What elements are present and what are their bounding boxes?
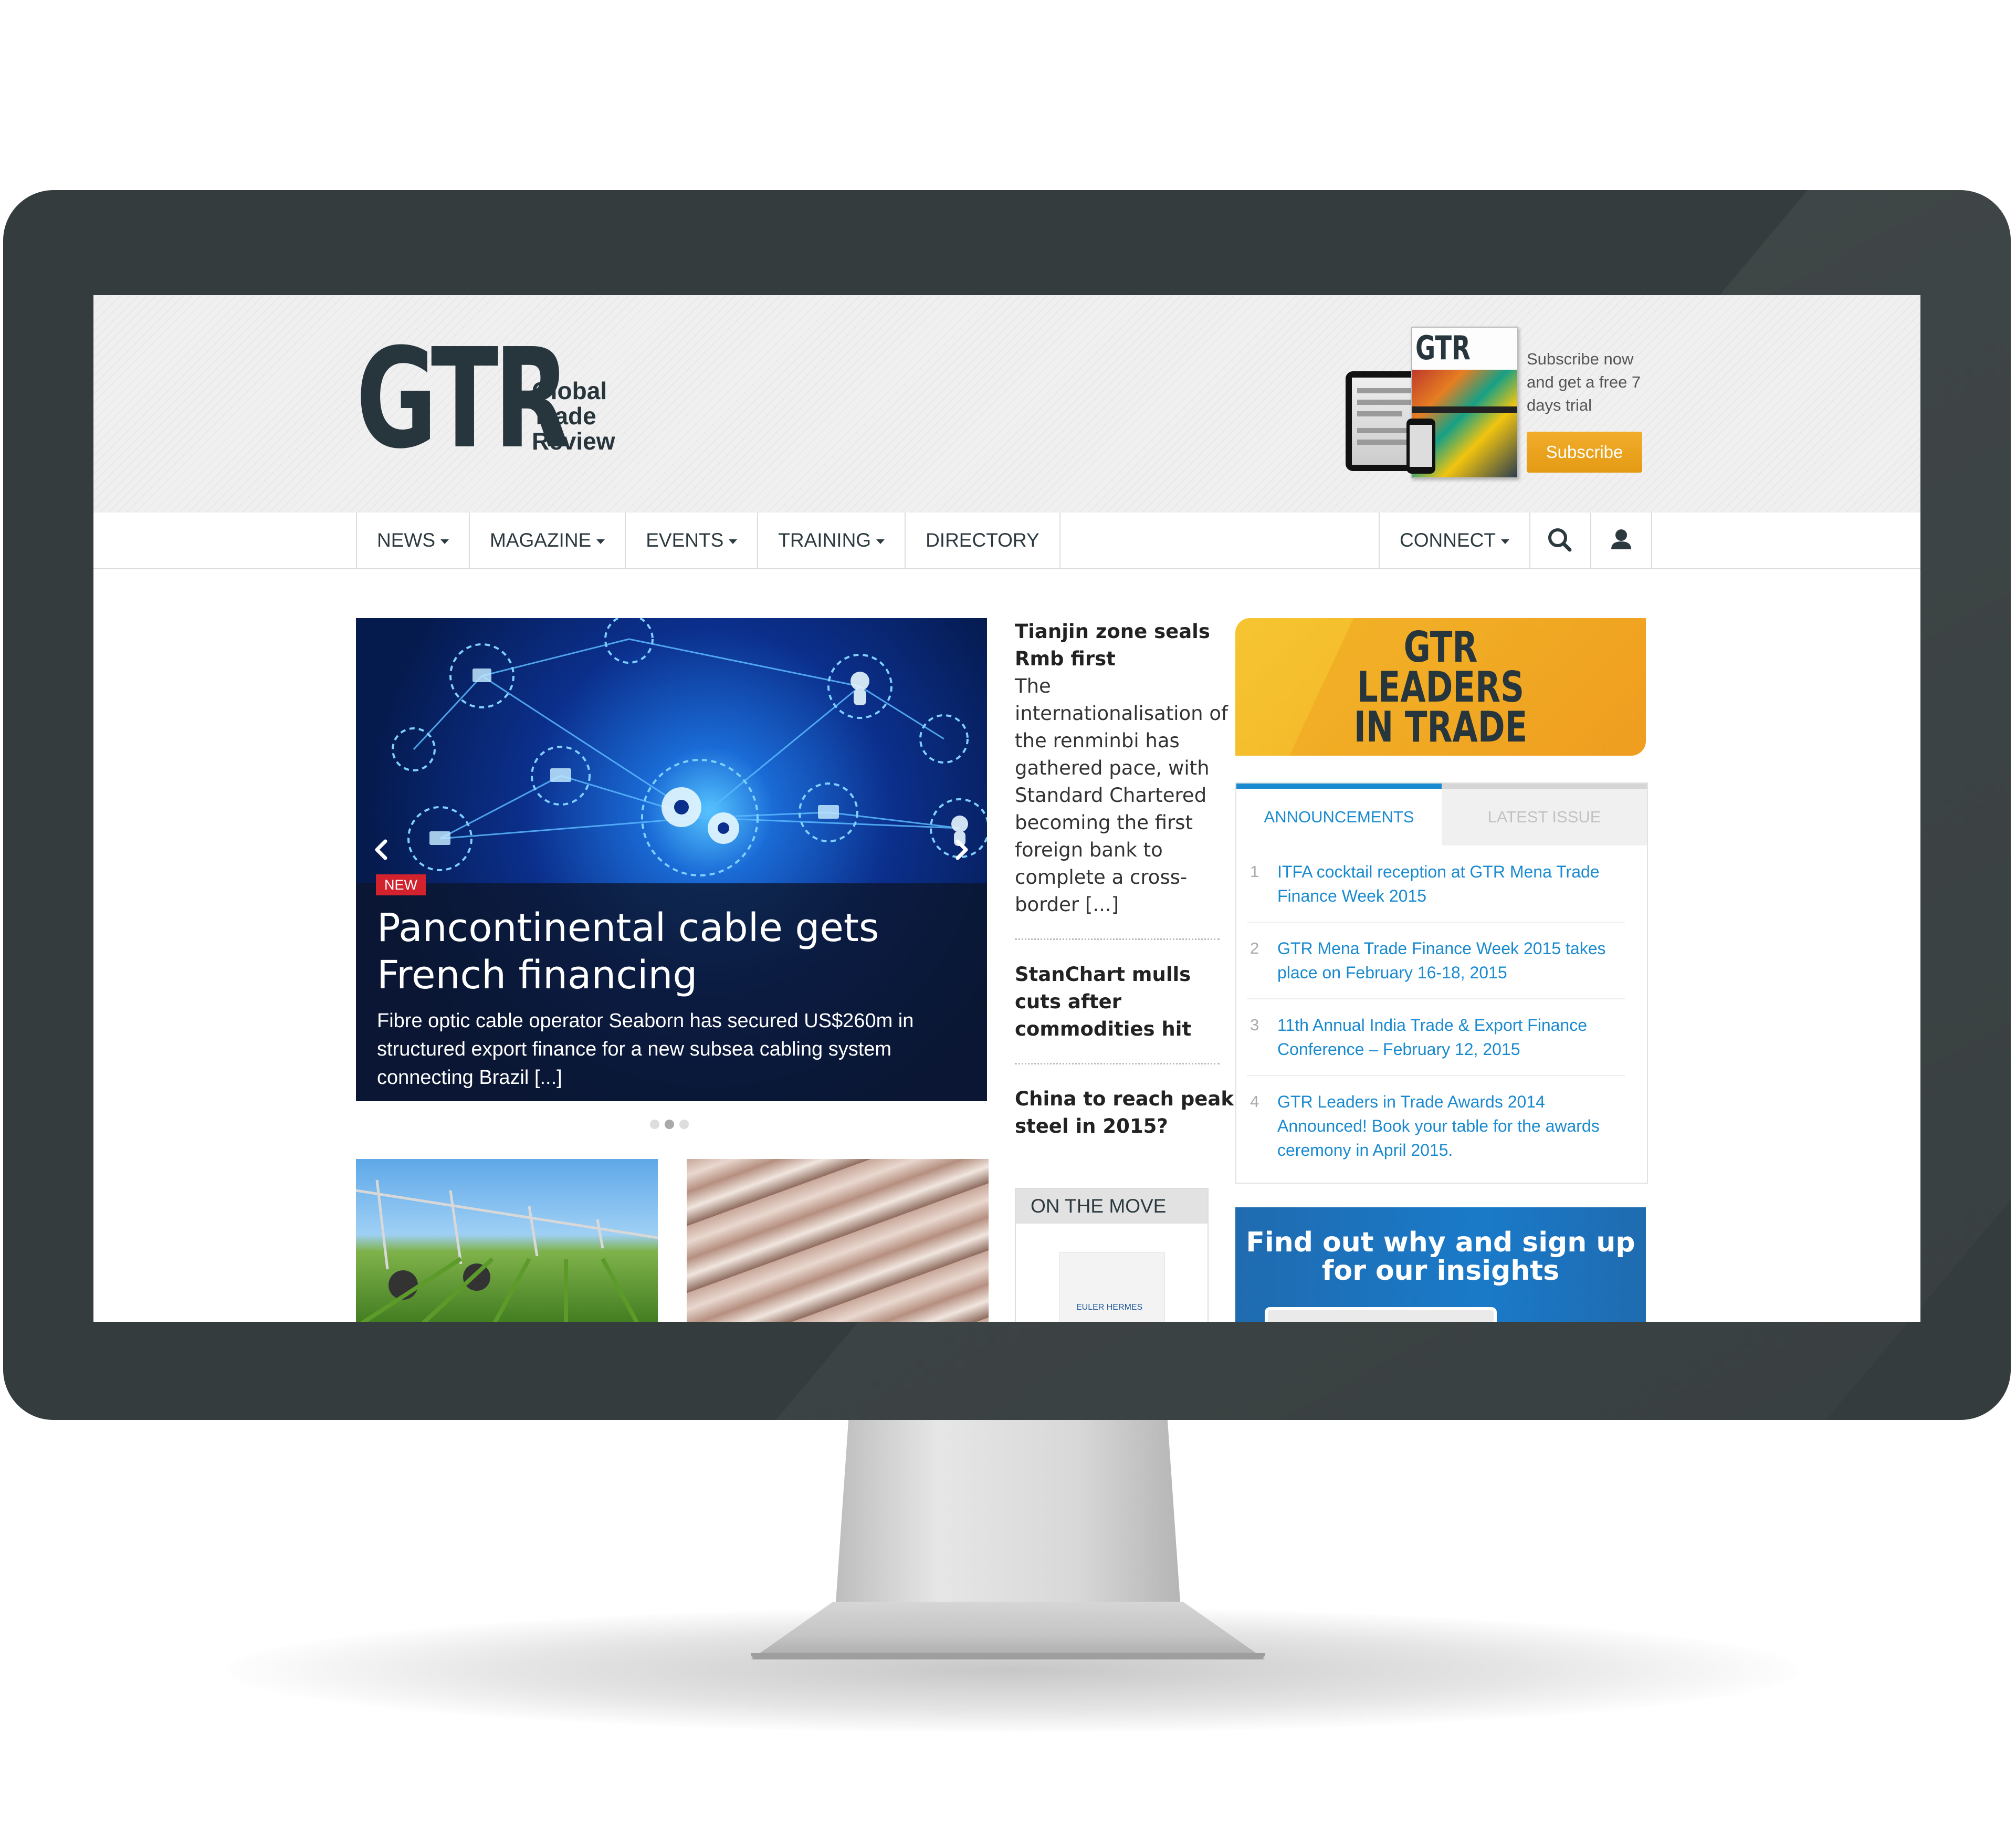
- caret-down-icon: [729, 539, 738, 544]
- widget-tabs: ANNOUNCEMENTS LATEST ISSUE: [1236, 784, 1647, 845]
- story-excerpt: The internationalisation of the renminbi…: [1015, 675, 1228, 916]
- leaders-banner-text: GTR LEADERS IN TRADE: [1353, 623, 1528, 751]
- nav-item-magazine[interactable]: MAGAZINE: [470, 513, 626, 568]
- nav-item-directory[interactable]: DIRECTORY: [906, 513, 1060, 568]
- account-button[interactable]: [1591, 513, 1652, 568]
- caret-down-icon: [440, 539, 449, 544]
- company-logo[interactable]: EULER HERMES: [1059, 1252, 1165, 1322]
- featured-summary: Fibre optic cable operator Seaborn has s…: [377, 1010, 914, 1089]
- story-item[interactable]: China to reach peak steel in 2015?: [1015, 1085, 1235, 1140]
- subscribe-promo: GTR Subscribe now and get a free 7 days …: [1346, 327, 1750, 484]
- announcements-list: 1 ITFA cocktail reception at GTR Mena Tra…: [1247, 860, 1625, 1189]
- story-title[interactable]: StanChart mulls cuts after commodities h…: [1015, 961, 1235, 1043]
- irrigation-field-thumbnail[interactable]: [356, 1159, 658, 1322]
- tab-latest-issue[interactable]: LATEST ISSUE: [1442, 784, 1647, 845]
- caret-down-icon: [876, 539, 885, 544]
- divider: [1015, 938, 1220, 940]
- featured-title[interactable]: Pancontinental cable gets French financi…: [377, 904, 965, 999]
- story-title[interactable]: China to reach peak steel in 2015?: [1015, 1085, 1235, 1140]
- nav-item-connect[interactable]: CONNECT: [1380, 513, 1530, 568]
- nav-item-news[interactable]: NEWS: [357, 513, 470, 568]
- divider: [1015, 1063, 1220, 1064]
- promo-text: Subscribe now and get a free 7 days tria…: [1527, 350, 1641, 414]
- on-the-move-widget: ON THE MOVE EULER HERMES: [1015, 1188, 1209, 1322]
- top-stories-list: Tianjin zone seals Rmb first The interna…: [1015, 618, 1235, 1140]
- carousel-dot-active[interactable]: [665, 1120, 674, 1129]
- announcement-item[interactable]: 4 GTR Leaders in Trade Awards 2014 Announ…: [1247, 1090, 1625, 1176]
- banknotes-thumbnail[interactable]: [687, 1159, 989, 1322]
- on-the-move-heading: ON THE MOVE: [1016, 1189, 1208, 1224]
- tab-announcements[interactable]: ANNOUNCEMENTS: [1236, 784, 1442, 845]
- laptop-image: [1265, 1307, 1497, 1322]
- carousel-dot[interactable]: [650, 1120, 659, 1129]
- logo-subtitle: Global Trade Review: [532, 377, 615, 455]
- caret-down-icon: [596, 539, 605, 544]
- monitor-stand-base: [751, 1602, 1265, 1659]
- search-icon: [1548, 528, 1572, 552]
- site-header: GTR Global Trade Review GTR Subscribe no…: [93, 295, 1920, 514]
- main-navigation: NEWS MAGAZINE EVENTS TRAINING DIRECTORY …: [93, 513, 1920, 569]
- browser-screen: GTR Global Trade Review GTR Subscribe no…: [93, 295, 1920, 1322]
- company-logo-text: EULER HERMES: [1076, 1303, 1143, 1312]
- announcement-item[interactable]: 2 GTR Mena Trade Finance Week 2015 takes …: [1247, 936, 1625, 999]
- nav-utilities: CONNECT: [1379, 513, 1652, 568]
- subscribe-button[interactable]: Subscribe: [1527, 432, 1642, 473]
- announcement-item[interactable]: 3 11th Annual India Trade & Export Financ…: [1247, 1013, 1625, 1076]
- insights-signup-banner[interactable]: Find out why and sign up for our insight…: [1235, 1207, 1646, 1322]
- nav-item-training[interactable]: TRAINING: [758, 513, 906, 568]
- carousel-dot[interactable]: [679, 1120, 689, 1129]
- monitor-stand-neck: [835, 1418, 1181, 1617]
- nav-menu: NEWS MAGAZINE EVENTS TRAINING DIRECTORY: [356, 513, 1060, 568]
- story-title[interactable]: Tianjin zone seals Rmb first: [1015, 618, 1235, 673]
- carousel-next-arrow-icon[interactable]: [947, 836, 974, 863]
- magazine-cover-title: GTR: [1415, 329, 1471, 367]
- carousel-pagination: [650, 1120, 689, 1129]
- announcement-link[interactable]: ITFA cocktail reception at GTR Mena Trad…: [1277, 860, 1625, 908]
- announcements-widget: ANNOUNCEMENTS LATEST ISSUE 1 ITFA cocktai…: [1235, 782, 1648, 1184]
- announcement-link[interactable]: GTR Leaders in Trade Awards 2014 Announc…: [1277, 1090, 1625, 1162]
- leaders-in-trade-banner[interactable]: GTR LEADERS IN TRADE: [1235, 618, 1646, 756]
- insights-banner-text: Find out why and sign up for our insight…: [1246, 1227, 1635, 1287]
- story-item[interactable]: Tianjin zone seals Rmb first The interna…: [1015, 618, 1235, 918]
- user-icon: [1611, 529, 1631, 549]
- monitor-stand-edge: [751, 1653, 1265, 1659]
- caret-down-icon: [1500, 539, 1509, 544]
- announcement-link[interactable]: GTR Mena Trade Finance Week 2015 takes p…: [1277, 936, 1625, 985]
- new-badge: NEW: [376, 874, 426, 895]
- search-button[interactable]: [1530, 513, 1591, 568]
- announcement-item[interactable]: 1 ITFA cocktail reception at GTR Mena Tra…: [1247, 860, 1625, 923]
- story-item[interactable]: StanChart mulls cuts after commodities h…: [1015, 961, 1235, 1043]
- announcement-link[interactable]: 11th Annual India Trade & Export Finance…: [1277, 1013, 1625, 1061]
- gtr-logo[interactable]: GTR Global Trade Review: [356, 330, 629, 468]
- featured-carousel[interactable]: NEW Pancontinental cable gets French fin…: [356, 618, 987, 1101]
- carousel-prev-arrow-icon[interactable]: [369, 836, 396, 863]
- nav-item-events[interactable]: EVENTS: [626, 513, 759, 568]
- phone-icon: [1406, 419, 1435, 474]
